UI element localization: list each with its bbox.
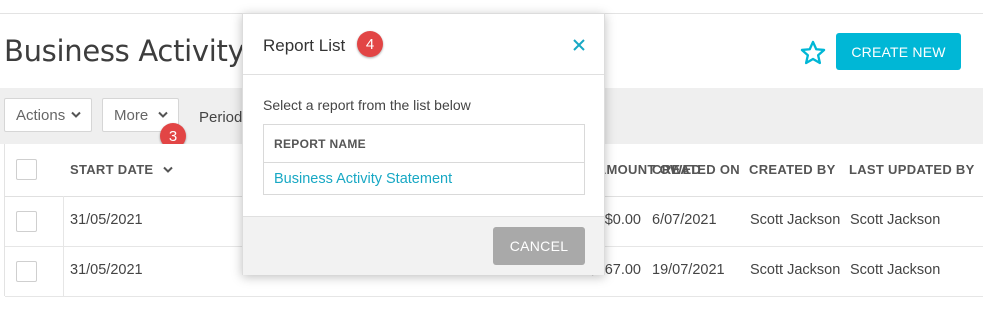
- report-name-column: REPORT NAME: [274, 137, 366, 151]
- cell-start-date: 31/05/2021: [70, 212, 143, 228]
- actions-label: Actions: [16, 106, 66, 124]
- cell-created-on: 19/07/2021: [652, 262, 725, 278]
- col-created-by[interactable]: CREATED BY: [749, 162, 836, 177]
- col-last-updated-by[interactable]: LAST UPDATED BY: [849, 162, 975, 177]
- cell-updated-by: Scott Jackson: [850, 212, 941, 228]
- column-divider: [63, 196, 64, 296]
- col-created-on[interactable]: CREATED ON: [652, 162, 740, 177]
- modal-description: Select a report from the list below: [263, 97, 471, 113]
- modal-title: Report List: [263, 36, 346, 55]
- period-label: Period: [199, 109, 243, 126]
- cell-created-on: 6/07/2021: [652, 212, 717, 228]
- chevron-down-icon: [71, 111, 81, 118]
- cancel-button[interactable]: CANCEL: [493, 227, 585, 265]
- actions-dropdown[interactable]: Actions: [4, 98, 92, 132]
- cell-updated-by: Scott Jackson: [850, 262, 941, 278]
- step-badge-4: 4: [357, 31, 383, 57]
- row-checkbox[interactable]: [16, 211, 37, 232]
- report-link-business-activity-statement[interactable]: Business Activity Statement: [274, 171, 452, 187]
- report-list-header: REPORT NAME: [264, 125, 584, 163]
- star-icon[interactable]: [799, 39, 827, 67]
- cell-created-by: Scott Jackson: [750, 212, 841, 228]
- create-new-button[interactable]: CREATE NEW: [836, 33, 961, 70]
- report-list-modal: Report List Select a report from the lis…: [242, 13, 605, 275]
- sort-down-icon: [163, 166, 174, 173]
- col-start-date[interactable]: START DATE: [70, 162, 174, 177]
- modal-header: Report List: [243, 14, 604, 75]
- more-label: More: [114, 106, 149, 124]
- chevron-down-icon: [158, 111, 168, 118]
- cell-start-date: 31/05/2021: [70, 262, 143, 278]
- modal-footer: CANCEL: [243, 216, 604, 275]
- cell-created-by: Scott Jackson: [750, 262, 841, 278]
- close-icon[interactable]: [572, 38, 586, 52]
- select-all-checkbox[interactable]: [16, 159, 37, 180]
- row-checkbox[interactable]: [16, 261, 37, 282]
- cell-amount: $0.00: [604, 212, 641, 228]
- report-list-table: REPORT NAME Business Activity Statement: [263, 124, 585, 195]
